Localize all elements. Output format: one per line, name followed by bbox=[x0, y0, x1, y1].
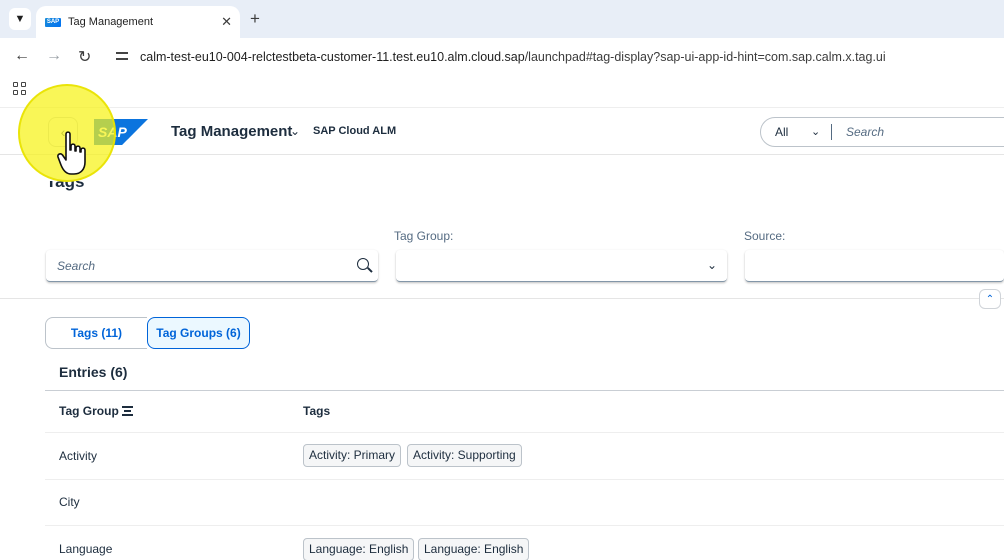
sap-favicon-icon: SAP bbox=[45, 17, 61, 27]
back-arrow-icon[interactable]: ← bbox=[14, 47, 30, 65]
shell-bar: ‹ SAP Tag Management ⌄ SAP Cloud ALM All… bbox=[0, 107, 1004, 155]
column-header-tags: Tags bbox=[303, 404, 331, 418]
tag-group-label: Tag Group: bbox=[394, 229, 454, 243]
chevron-down-icon[interactable]: ⌄ bbox=[707, 258, 717, 272]
browser-tab[interactable]: SAP Tag Management ✕ bbox=[36, 6, 240, 38]
tag-token[interactable]: Activity: Primary bbox=[303, 444, 402, 467]
table-row-group: City bbox=[59, 495, 80, 509]
forward-arrow-icon[interactable]: → bbox=[46, 47, 62, 65]
chevron-down-icon: ▼ bbox=[14, 13, 26, 25]
tab-tag-groups[interactable]: Tag Groups (6) bbox=[147, 317, 250, 349]
row-divider bbox=[45, 432, 1004, 433]
chevron-up-icon: ⌃ bbox=[985, 293, 995, 305]
tab-search-button[interactable]: ▼ bbox=[9, 8, 31, 30]
site-info-icon[interactable] bbox=[116, 50, 128, 62]
source-label: Source: bbox=[744, 229, 786, 243]
row-divider bbox=[45, 479, 1004, 480]
url-host: calm-test-eu10-004-relctestbeta-customer… bbox=[140, 50, 525, 64]
new-tab-button[interactable]: + bbox=[250, 9, 260, 29]
url-path: /launchpad#tag-display?sap-ui-app-id-hin… bbox=[524, 50, 886, 64]
search-input[interactable]: Search bbox=[46, 250, 378, 282]
sort-icon[interactable] bbox=[122, 406, 133, 416]
row-divider bbox=[45, 525, 1004, 526]
search-placeholder: Search bbox=[57, 259, 96, 273]
tag-group-select[interactable]: ⌄ bbox=[396, 250, 727, 282]
chevron-down-icon[interactable]: ⌄ bbox=[290, 124, 300, 138]
shell-search-input[interactable]: Search bbox=[846, 125, 884, 139]
browser-tab-strip: ▼ SAP Tag Management ✕ + bbox=[0, 0, 1004, 38]
tab-title: Tag Management bbox=[68, 16, 153, 28]
tag-token[interactable]: Language: English bbox=[418, 538, 530, 560]
apps-grid-icon[interactable] bbox=[13, 82, 26, 95]
reload-icon[interactable]: ↻ bbox=[78, 47, 91, 67]
browser-toolbar: ← → ↻ calm-test-eu10-004-relctestbeta-cu… bbox=[0, 38, 1004, 76]
column-header-tag-group[interactable]: Tag Group bbox=[59, 404, 119, 418]
table-row-group: Activity bbox=[59, 449, 98, 463]
table-header-divider bbox=[45, 390, 1004, 391]
collapse-header-button[interactable]: ⌃ bbox=[979, 289, 1001, 309]
hand-pointer-icon bbox=[57, 131, 86, 175]
shell-search-field[interactable]: All ⌄ Search bbox=[760, 117, 1004, 147]
entries-title: Entries (6) bbox=[59, 364, 128, 380]
tab-close-icon[interactable]: ✕ bbox=[221, 14, 232, 30]
source-select[interactable] bbox=[745, 250, 1004, 282]
filter-divider bbox=[0, 298, 1004, 299]
search-divider bbox=[831, 124, 832, 140]
search-icon[interactable] bbox=[357, 258, 369, 270]
table-row-group: Language bbox=[59, 542, 113, 556]
product-name: SAP Cloud ALM bbox=[313, 125, 397, 137]
chevron-down-icon[interactable]: ⌄ bbox=[811, 125, 820, 138]
tag-token[interactable]: Activity: Supporting bbox=[407, 444, 522, 467]
address-bar[interactable]: calm-test-eu10-004-relctestbeta-customer… bbox=[140, 50, 886, 64]
bookmarks-bar bbox=[0, 76, 1004, 104]
tag-token[interactable]: Language: English bbox=[303, 538, 415, 560]
app-title[interactable]: Tag Management bbox=[171, 123, 292, 140]
search-scope-select[interactable]: All bbox=[775, 125, 788, 139]
tab-tags[interactable]: Tags (11) bbox=[45, 317, 147, 349]
